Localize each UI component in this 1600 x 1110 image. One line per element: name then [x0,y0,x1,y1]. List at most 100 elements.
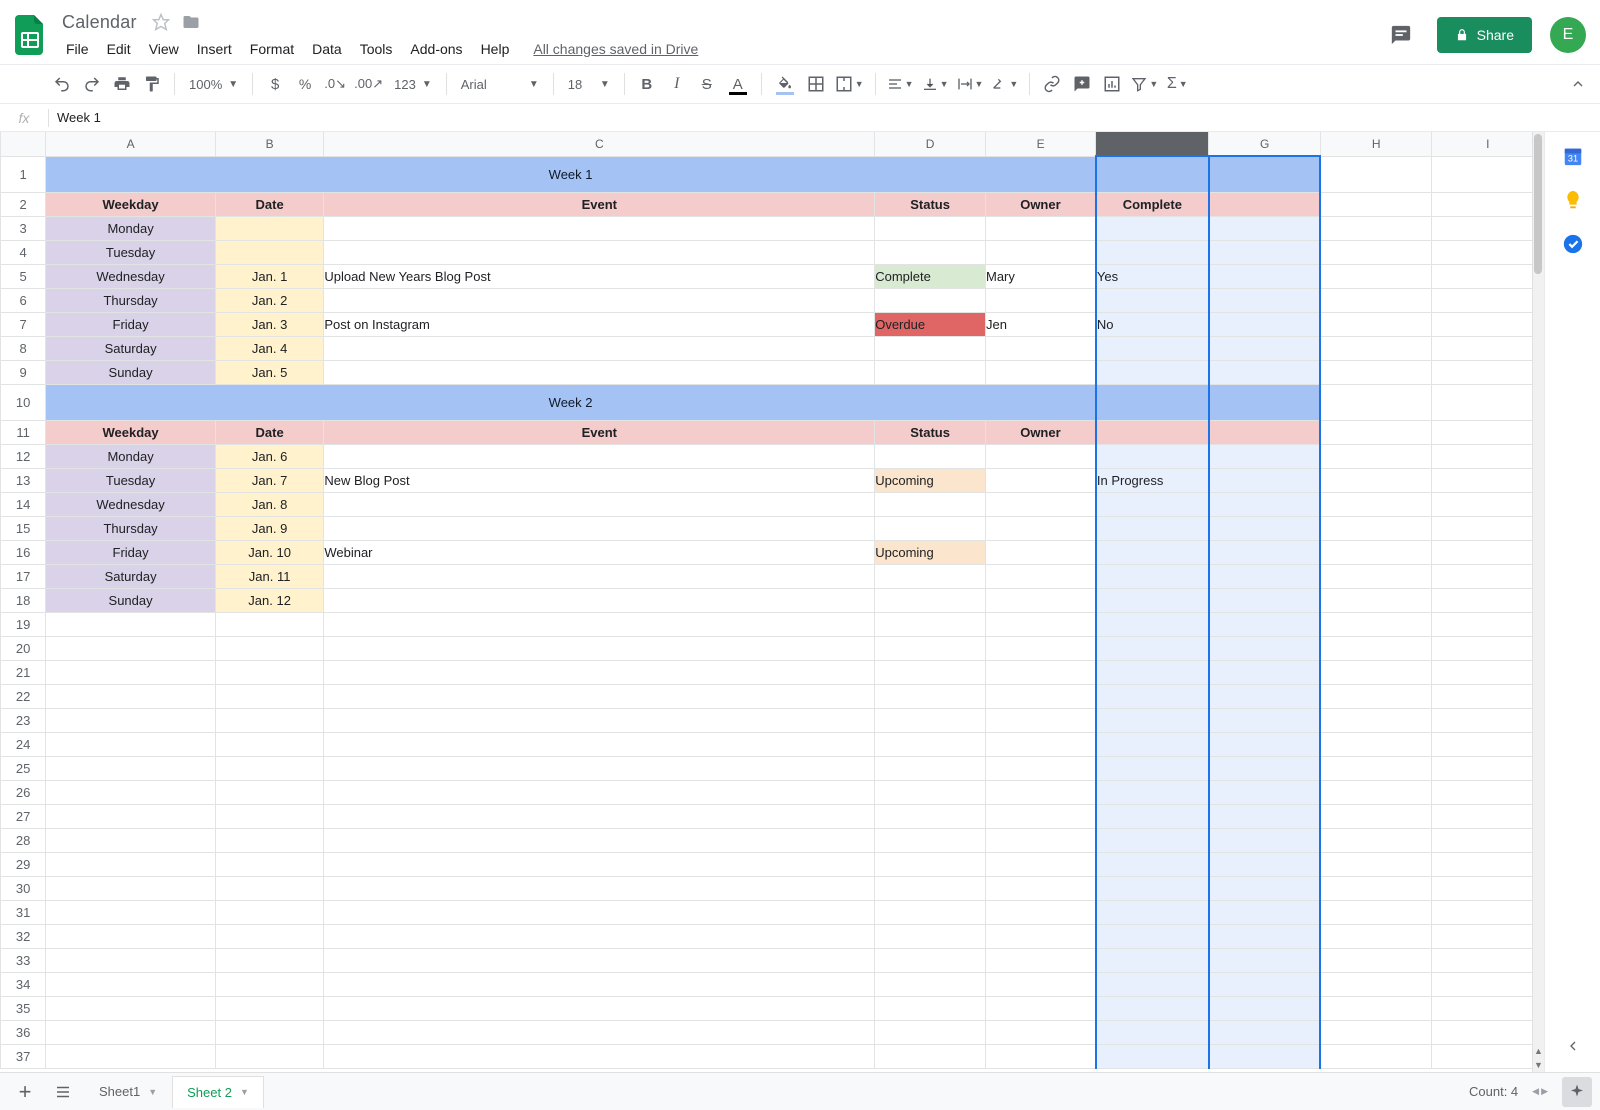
cell-I29[interactable] [1432,852,1544,876]
cell-I31[interactable] [1432,900,1544,924]
cell-H28[interactable] [1320,828,1432,852]
select-all-corner[interactable] [1,132,46,156]
cell-D13[interactable]: Upcoming [875,468,986,492]
cell-B21[interactable] [215,660,323,684]
sheet-tab-sheet1[interactable]: Sheet1▼ [84,1076,172,1108]
cell-B19[interactable] [215,612,323,636]
cell-D2[interactable]: Status [875,192,986,216]
cell-E34[interactable] [986,972,1096,996]
cell-G20[interactable] [1209,636,1321,660]
cell-C3[interactable] [324,216,875,240]
cell-D17[interactable] [875,564,986,588]
row-header-13[interactable]: 13 [1,468,46,492]
row-header-34[interactable]: 34 [1,972,46,996]
cell-G21[interactable] [1209,660,1321,684]
cell-I28[interactable] [1432,828,1544,852]
cell-A27[interactable] [46,804,216,828]
cell-C19[interactable] [324,612,875,636]
cell-F1[interactable] [1096,156,1209,192]
cell-I1[interactable] [1432,156,1544,192]
col-header-A[interactable]: A [46,132,216,156]
cell-B34[interactable] [215,972,323,996]
cell-B27[interactable] [215,804,323,828]
row-header-5[interactable]: 5 [1,264,46,288]
avatar[interactable]: E [1550,17,1586,53]
cell-E31[interactable] [986,900,1096,924]
cell-H1[interactable] [1320,156,1432,192]
cell-F34[interactable] [1096,972,1209,996]
cell-B18[interactable]: Jan. 12 [215,588,323,612]
fill-color-button[interactable] [770,70,800,98]
cell-G35[interactable] [1209,996,1321,1020]
cell-D31[interactable] [875,900,986,924]
cell-B24[interactable] [215,732,323,756]
row-header-31[interactable]: 31 [1,900,46,924]
cell-G34[interactable] [1209,972,1321,996]
cell-I26[interactable] [1432,780,1544,804]
folder-icon[interactable] [181,12,201,32]
cell-A25[interactable] [46,756,216,780]
decrease-decimal-button[interactable]: .0↘ [321,70,349,98]
cell-G32[interactable] [1209,924,1321,948]
menu-help[interactable]: Help [473,37,518,61]
cell-A28[interactable] [46,828,216,852]
cell-F24[interactable] [1096,732,1209,756]
cell-C23[interactable] [324,708,875,732]
cell-G18[interactable] [1209,588,1321,612]
filter-button[interactable]: ▼ [1128,70,1161,98]
row-header-2[interactable]: 2 [1,192,46,216]
document-name[interactable]: Calendar [58,10,141,35]
cell-F37[interactable] [1096,1044,1209,1068]
cell-H6[interactable] [1320,288,1432,312]
menu-format[interactable]: Format [242,37,302,61]
cell-A36[interactable] [46,1020,216,1044]
cell-D4[interactable] [875,240,986,264]
comments-button[interactable] [1383,17,1419,53]
cell-H36[interactable] [1320,1020,1432,1044]
cell-C27[interactable] [324,804,875,828]
cell-A35[interactable] [46,996,216,1020]
cell-I11[interactable] [1432,420,1544,444]
cell-D30[interactable] [875,876,986,900]
row-header-11[interactable]: 11 [1,420,46,444]
cell-C9[interactable] [324,360,875,384]
font-select[interactable]: Arial▼ [455,70,545,98]
cell-I4[interactable] [1432,240,1544,264]
row-header-28[interactable]: 28 [1,828,46,852]
cell-C7[interactable]: Post on Instagram [324,312,875,336]
row-header-24[interactable]: 24 [1,732,46,756]
cell-E26[interactable] [986,780,1096,804]
cell-I20[interactable] [1432,636,1544,660]
cell-C32[interactable] [324,924,875,948]
cell-E27[interactable] [986,804,1096,828]
row-header-6[interactable]: 6 [1,288,46,312]
cell-A19[interactable] [46,612,216,636]
cell-B13[interactable]: Jan. 7 [215,468,323,492]
cell-A22[interactable] [46,684,216,708]
cell-F10[interactable] [1096,384,1209,420]
cell-C16[interactable]: Webinar [324,540,875,564]
calendar-addon-icon[interactable]: 31 [1561,144,1585,168]
borders-button[interactable] [802,70,830,98]
menu-file[interactable]: File [58,37,97,61]
cell-B3[interactable] [215,216,323,240]
cell-I15[interactable] [1432,516,1544,540]
cell-G30[interactable] [1209,876,1321,900]
valign-button[interactable]: ▼ [919,70,952,98]
side-panel-expand-icon[interactable] [1561,1034,1585,1058]
cell-F26[interactable] [1096,780,1209,804]
cell-I12[interactable] [1432,444,1544,468]
cell-H27[interactable] [1320,804,1432,828]
insert-comment-button[interactable] [1068,70,1096,98]
print-button[interactable] [108,70,136,98]
cell-I27[interactable] [1432,804,1544,828]
cell-A2[interactable]: Weekday [46,192,216,216]
cell-F19[interactable] [1096,612,1209,636]
cell-H11[interactable] [1320,420,1432,444]
cell-I17[interactable] [1432,564,1544,588]
cell-C17[interactable] [324,564,875,588]
cell-I30[interactable] [1432,876,1544,900]
row-header-16[interactable]: 16 [1,540,46,564]
cell-G23[interactable] [1209,708,1321,732]
cell-H33[interactable] [1320,948,1432,972]
